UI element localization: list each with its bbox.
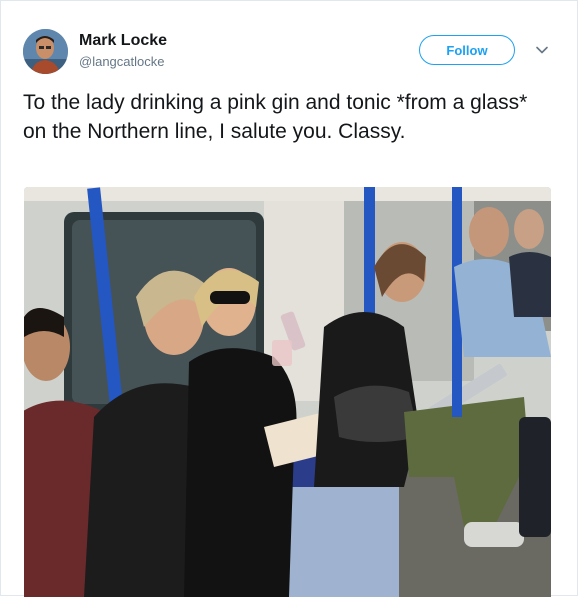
avatar-image	[23, 29, 68, 74]
tweet-text: To the lady drinking a pink gin and toni…	[23, 91, 528, 143]
tweet-photo[interactable]	[24, 187, 551, 597]
author-name[interactable]: Mark Locke	[79, 32, 167, 50]
author-handle[interactable]: @langcatlocke	[79, 54, 164, 69]
avatar[interactable]	[23, 29, 68, 74]
tube-carriage-photo	[24, 187, 551, 597]
chevron-down-icon[interactable]	[535, 43, 549, 57]
tweet-card: Mark Locke @langcatlocke Follow To the l…	[0, 0, 578, 597]
follow-button[interactable]: Follow	[419, 35, 515, 65]
